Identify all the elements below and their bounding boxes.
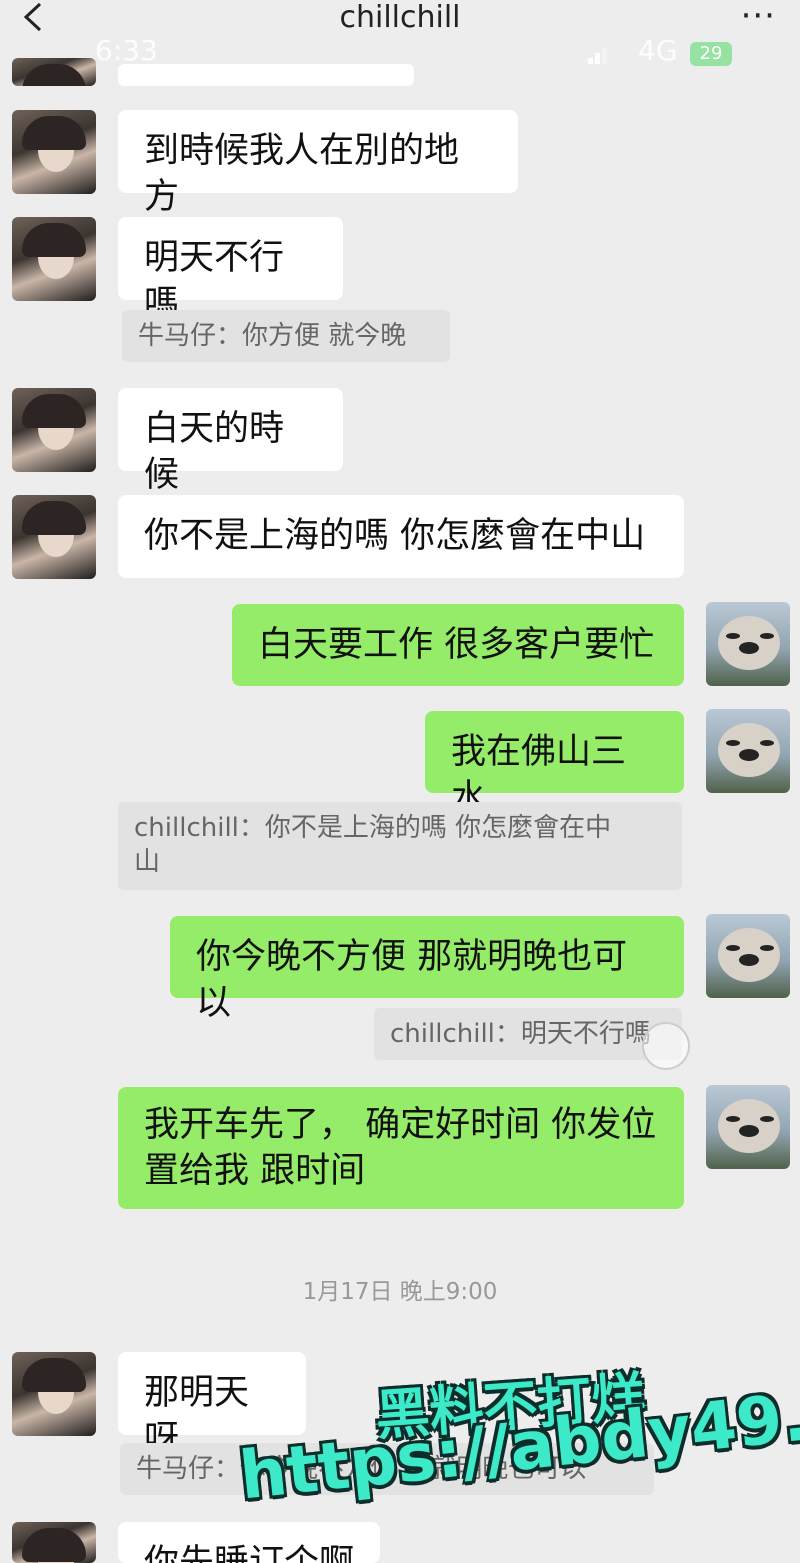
battery-level: 29 <box>690 42 732 66</box>
contact-avatar[interactable] <box>12 217 96 301</box>
contact-avatar[interactable] <box>12 388 96 472</box>
message-bubble-incoming[interactable]: 那明天呀 <box>118 1352 306 1459</box>
my-avatar[interactable] <box>706 914 790 998</box>
quoted-reply[interactable]: chillchill：你不是上海的嗎 你怎麼會在中 山 <box>118 802 682 890</box>
message-text: 白天的時候 <box>144 409 285 495</box>
message-bubble-partial <box>118 64 414 86</box>
my-avatar[interactable] <box>706 709 790 793</box>
chat-title: chillchill <box>339 0 461 35</box>
quote-text: chillchill：你不是上海的嗎 你怎麼會在中 <box>134 813 612 843</box>
message-bubble-incoming[interactable]: 明天不行嗎 <box>118 217 343 324</box>
contact-avatar[interactable] <box>12 1522 96 1563</box>
message-text: 置给我 跟时间 <box>144 1151 366 1191</box>
quote-text: 牛马仔：你方便 就今晚 <box>138 321 407 351</box>
status-time: 6:33 <box>95 34 158 67</box>
message-bubble-outgoing[interactable]: 你今晚不方便 那就明晚也可以 <box>170 916 684 1023</box>
touch-indicator <box>642 1022 690 1070</box>
message-text: 白天要工作 很多客户要忙 <box>258 625 655 665</box>
message-bubble-incoming[interactable]: 你不是上海的嗎 你怎麼會在中山 <box>118 495 684 578</box>
contact-avatar[interactable] <box>12 1352 96 1436</box>
message-bubble-incoming[interactable]: 到時候我人在別的地方 <box>118 110 518 217</box>
message-text: 你先睡订个啊 <box>144 1543 355 1563</box>
message-timestamp: 1月17日 晚上9:00 <box>302 1279 498 1305</box>
quote-text: 山 <box>134 847 161 877</box>
message-text: 我开车先了， 确定好时间 你发位 <box>144 1105 657 1145</box>
contact-avatar[interactable] <box>12 58 96 86</box>
message-text: 你不是上海的嗎 你怎麼會在中山 <box>144 516 646 556</box>
message-bubble-incoming[interactable]: 你先睡订个啊 <box>118 1522 380 1563</box>
message-bubble-outgoing[interactable]: 我开车先了， 确定好时间 你发位 置给我 跟时间 <box>118 1087 684 1209</box>
network-type: 4G <box>638 34 678 67</box>
more-dots-icon[interactable]: ··· <box>741 0 776 36</box>
message-bubble-outgoing[interactable]: 我在佛山三水 <box>425 711 684 818</box>
my-avatar[interactable] <box>706 602 790 686</box>
quoted-reply[interactable]: chillchill：明天不行嗎 <box>374 1008 682 1060</box>
contact-avatar[interactable] <box>12 495 96 579</box>
contact-avatar[interactable] <box>12 110 96 194</box>
signal-icon <box>588 48 607 64</box>
message-text: 到時候我人在別的地方 <box>144 131 460 217</box>
quoted-reply[interactable]: 牛马仔：你方便 就今晚 <box>122 310 450 362</box>
quote-text: chillchill：明天不行嗎 <box>390 1019 651 1049</box>
message-bubble-outgoing[interactable]: 白天要工作 很多客户要忙 <box>232 604 684 686</box>
message-bubble-incoming[interactable]: 白天的時候 <box>118 388 343 495</box>
my-avatar[interactable] <box>706 1085 790 1169</box>
